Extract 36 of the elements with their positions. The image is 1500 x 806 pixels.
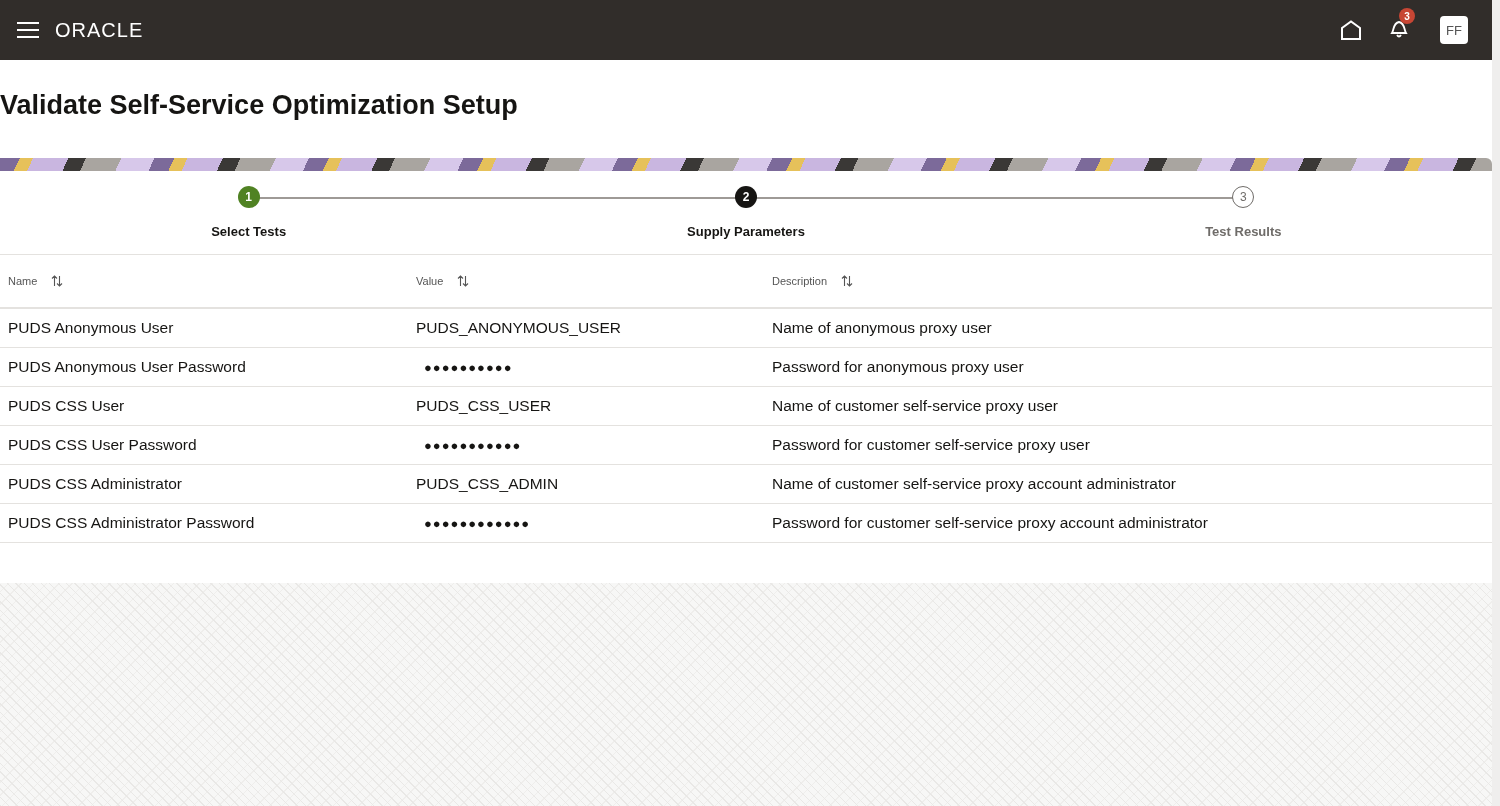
table-cell: ●●●●●●●●●●●●	[424, 515, 531, 531]
table-cell: PUDS Anonymous User Password	[8, 358, 246, 375]
table-cell: Name of customer self-service proxy account administrator	[772, 475, 1176, 492]
sort-icon[interactable]	[841, 275, 854, 287]
table-cell: Password for customer self-service proxy user	[772, 436, 1090, 453]
table-cell: Name of customer self-service proxy user	[772, 397, 1058, 414]
column-header[interactable]: Description	[772, 275, 828, 287]
page-title: Validate Self-Service Optimization Setup	[0, 90, 519, 122]
column-header[interactable]: Value	[416, 275, 444, 287]
table-cell: PUDS CSS User Password	[8, 436, 197, 453]
notification-badge: 3	[1399, 8, 1415, 24]
sort-icon[interactable]	[457, 275, 470, 287]
table-cell: PUDS CSS Administrator Password	[8, 514, 255, 531]
table-cell: Password for customer self-service proxy account administrator	[772, 514, 1208, 531]
home-icon[interactable]	[1340, 20, 1362, 40]
user-avatar[interactable]: FF	[1440, 16, 1468, 44]
logo[interactable]: ORACLE	[55, 18, 144, 42]
sort-icon[interactable]	[51, 275, 64, 287]
table-cell: ●●●●●●●●●●	[424, 359, 513, 375]
table-cell: Password for anonymous proxy user	[772, 358, 1024, 375]
step-label: Supply Parameters	[687, 224, 805, 239]
step-indicator[interactable]: 3	[1232, 186, 1255, 208]
table-cell: PUDS CSS Administrator	[8, 475, 182, 492]
step-indicator[interactable]: 2	[735, 186, 757, 208]
table-cell: PUDS Anonymous User	[8, 319, 174, 336]
table-cell: Name of anonymous proxy user	[772, 319, 992, 336]
step-label: Select Tests	[211, 224, 287, 239]
menu-icon[interactable]	[17, 22, 39, 38]
step-indicator[interactable]: 1	[237, 186, 260, 208]
table-cell: ●●●●●●●●●●●	[424, 437, 522, 453]
column-header[interactable]: Name	[8, 275, 38, 287]
table-cell: PUDS_ANONYMOUS_USER	[416, 319, 621, 336]
table-cell: PUDS CSS User	[8, 397, 125, 414]
step-label: Test Results	[1205, 224, 1282, 239]
table-cell: PUDS_CSS_USER	[416, 397, 552, 414]
table-cell: PUDS_CSS_ADMIN	[416, 475, 559, 492]
